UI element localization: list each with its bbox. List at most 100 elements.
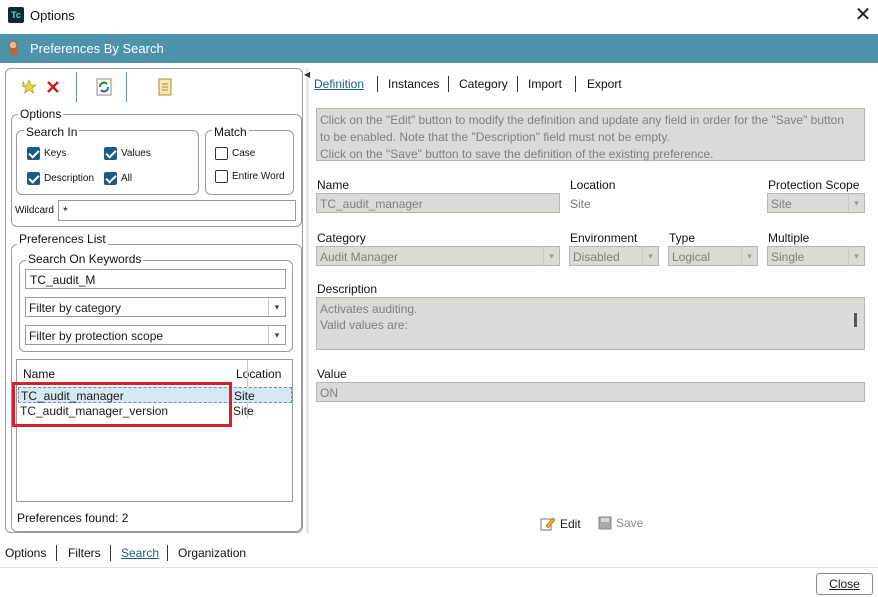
save-icon <box>598 516 612 530</box>
window-close-button[interactable]: ✕ <box>852 5 874 27</box>
all-label: All <box>121 173 133 184</box>
location-value: Site <box>570 197 591 211</box>
description-line: Activates auditing. <box>320 302 418 316</box>
environment-label: Environment <box>570 231 638 245</box>
nav-filters[interactable]: Filters <box>68 546 101 560</box>
info-message: Click on the "Edit" button to modify the… <box>316 108 865 161</box>
preferences-table: Name Location TC_audit_manager Site TC_a… <box>16 359 293 502</box>
window-title: Options <box>30 8 75 23</box>
keywords-legend: Search On Keywords <box>26 252 144 266</box>
protection-scope-label: Protection Scope <box>768 178 860 192</box>
protection-scope-value: Site <box>771 197 792 211</box>
column-header-location[interactable]: Location <box>236 367 281 381</box>
nav-search[interactable]: Search <box>121 546 159 560</box>
entire-word-checkbox[interactable] <box>215 170 228 183</box>
case-checkbox[interactable] <box>215 147 228 160</box>
delete-x-icon[interactable] <box>42 76 64 98</box>
chevron-down-icon: ▾ <box>642 247 658 265</box>
scope-filter-select[interactable]: Filter by protection scope ▾ <box>25 325 286 345</box>
match-legend: Match <box>212 125 249 139</box>
environment-value: Disabled <box>573 250 620 264</box>
search-in-legend: Search In <box>24 125 80 139</box>
info-line: Click on the "Edit" button to modify the… <box>320 113 845 127</box>
category-select[interactable]: Audit Manager ▾ <box>316 246 560 266</box>
description-line: Valid values are: <box>320 318 408 332</box>
save-label: Save <box>616 516 644 530</box>
footer-divider <box>0 567 878 568</box>
preferences-icon <box>8 40 18 55</box>
tab-instances[interactable]: Instances <box>388 77 439 91</box>
category-filter-select[interactable]: Filter by category ▾ <box>25 297 286 317</box>
chevron-down-icon: ▾ <box>741 247 757 265</box>
save-button[interactable]: Save <box>598 516 643 530</box>
entire-word-label: Entire Word <box>232 171 285 182</box>
type-select[interactable]: Logical ▾ <box>668 246 758 266</box>
description-label: Description <box>317 282 378 296</box>
refresh-icon[interactable] <box>93 76 115 98</box>
multiple-select[interactable]: Single ▾ <box>767 246 865 266</box>
tab-bar: Definition Instances Category Import Exp… <box>310 72 878 96</box>
chevron-down-icon: ▾ <box>848 247 864 265</box>
chevron-down-icon: ▾ <box>848 194 864 212</box>
case-label: Case <box>232 148 256 159</box>
values-checkbox[interactable] <box>104 147 117 160</box>
star-icon[interactable] <box>18 76 40 98</box>
red-highlight-box <box>12 382 232 427</box>
search-in-group <box>16 130 199 195</box>
location-label: Location <box>570 178 616 192</box>
keys-label: Keys <box>44 148 67 159</box>
category-filter-value: Filter by category <box>29 301 122 315</box>
close-button[interactable]: Close <box>816 573 873 595</box>
description-label: Description <box>44 173 95 184</box>
wildcard-input[interactable]: * <box>58 200 296 221</box>
title-bar <box>0 0 878 32</box>
chevron-down-icon: ▾ <box>268 298 285 316</box>
nav-organization[interactable]: Organization <box>178 546 246 560</box>
type-value: Logical <box>672 250 711 264</box>
wildcard-label: Wildcard <box>15 205 54 216</box>
header-title: Preferences By Search <box>30 41 164 56</box>
column-header-name[interactable]: Name <box>23 367 55 381</box>
row-location: Site <box>234 389 255 403</box>
panel-splitter[interactable] <box>306 68 309 533</box>
type-label: Type <box>669 231 696 245</box>
tab-import[interactable]: Import <box>528 77 562 91</box>
description-field[interactable]: Activates auditing. Valid values are: <box>316 297 865 350</box>
nav-options[interactable]: Options <box>5 546 46 560</box>
multiple-value: Single <box>771 250 805 264</box>
edit-icon <box>540 517 556 531</box>
header-band: Preferences By Search <box>0 34 878 63</box>
description-checkbox[interactable] <box>27 172 40 185</box>
chevron-down-icon: ▾ <box>543 247 559 265</box>
match-group <box>205 130 294 195</box>
keys-checkbox[interactable] <box>27 147 40 160</box>
row-location: Site <box>233 404 254 418</box>
chevron-down-icon: ▾ <box>268 326 285 344</box>
info-line: to be enabled. Note that the "Descriptio… <box>320 130 670 144</box>
app-icon: Tc <box>8 7 24 23</box>
protection-scope-select[interactable]: Site ▾ <box>767 193 865 213</box>
environment-select[interactable]: Disabled ▾ <box>569 246 659 266</box>
tab-category[interactable]: Category <box>459 77 508 91</box>
value-label: Value <box>317 367 347 381</box>
edit-label: Edit <box>560 516 581 531</box>
preferences-list-legend: Preferences List <box>17 232 108 246</box>
keyword-search-input[interactable]: TC_audit_M <box>25 269 286 289</box>
info-line: Click on the "Save" button to save the d… <box>320 147 714 161</box>
preferences-found-text: Preferences found: 2 <box>17 511 129 525</box>
tab-export[interactable]: Export <box>587 77 622 91</box>
values-label: Values <box>121 148 151 159</box>
value-field[interactable]: ON <box>316 382 865 402</box>
description-scrollbar[interactable] <box>854 313 857 327</box>
multiple-label: Multiple <box>768 231 810 245</box>
category-value: Audit Manager <box>320 250 399 264</box>
category-label: Category <box>317 231 366 245</box>
name-field[interactable]: TC_audit_manager <box>316 193 560 213</box>
document-icon[interactable] <box>154 76 176 98</box>
edit-button[interactable]: Edit <box>540 516 581 531</box>
scope-filter-value: Filter by protection scope <box>29 329 164 343</box>
options-legend: Options <box>18 107 64 121</box>
all-checkbox[interactable] <box>104 172 117 185</box>
name-label: Name <box>317 178 350 192</box>
tab-definition[interactable]: Definition <box>314 77 364 91</box>
